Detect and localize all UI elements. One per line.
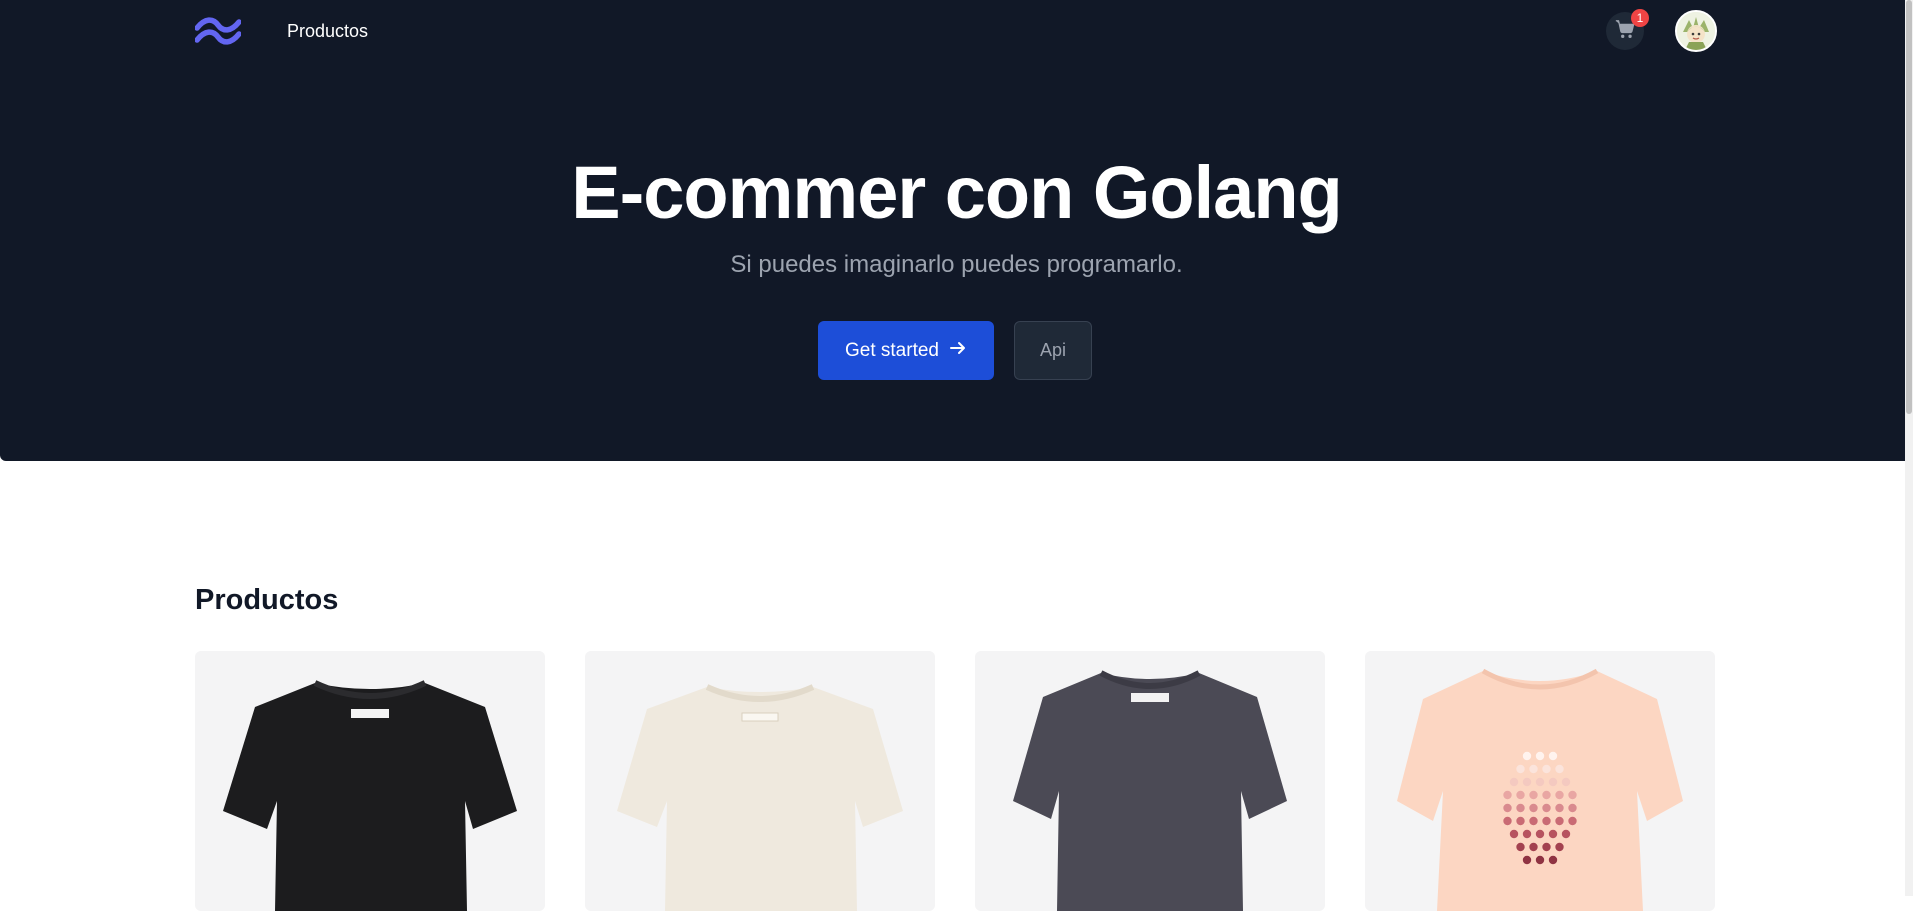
print-dot — [1516, 816, 1525, 826]
hero-section: Productos 1 E-commer con Golang Si puede… — [0, 0, 1913, 461]
cart-button[interactable]: 1 — [1606, 9, 1649, 50]
print-dot — [1555, 803, 1564, 813]
print-dot — [1529, 842, 1538, 852]
print-dot — [1555, 764, 1564, 774]
product-image-tshirt-white — [617, 684, 903, 911]
print-dot — [1568, 803, 1577, 813]
print-dot — [1542, 842, 1551, 852]
print-dot — [1516, 764, 1525, 774]
print-dot — [1561, 829, 1571, 839]
product-image-tshirt-black — [223, 680, 517, 911]
print-dot — [1509, 777, 1519, 787]
print-dot — [1568, 790, 1577, 800]
api-button[interactable]: Api — [1014, 321, 1092, 380]
print-dot — [1503, 803, 1512, 813]
print-dot — [1555, 790, 1564, 800]
hero-title: E-commer con Golang — [571, 151, 1342, 234]
scrollbar-thumb[interactable] — [1906, 0, 1912, 414]
print-dot — [1529, 816, 1538, 826]
print-dot — [1535, 777, 1545, 787]
get-started-button[interactable]: Get started — [818, 321, 994, 380]
print-dot — [1535, 829, 1545, 839]
logo-icon[interactable] — [194, 14, 242, 48]
print-dot — [1509, 829, 1519, 839]
nav-link-productos[interactable]: Productos — [287, 21, 368, 42]
print-dot — [1516, 842, 1525, 852]
page-scrollbar[interactable] — [1905, 0, 1913, 896]
print-dot — [1535, 751, 1545, 761]
hero-subtitle: Si puedes imaginarlo puedes programarlo. — [730, 251, 1183, 278]
arrow-right-icon — [949, 339, 967, 363]
print-dot — [1548, 777, 1558, 787]
print-dot — [1516, 803, 1525, 813]
product-image-tshirt-charcoal — [1013, 670, 1287, 911]
print-dot — [1503, 790, 1512, 800]
cart-count-badge: 1 — [1631, 9, 1649, 27]
print-dot — [1516, 790, 1525, 800]
print-dot — [1542, 790, 1551, 800]
print-dot — [1568, 816, 1577, 826]
product-card[interactable] — [1365, 651, 1715, 911]
user-avatar[interactable] — [1675, 10, 1717, 52]
products-section-title: Productos — [195, 584, 339, 616]
print-dot — [1535, 855, 1545, 865]
print-dot — [1555, 842, 1564, 852]
product-card[interactable] — [975, 651, 1325, 911]
print-dot — [1522, 855, 1532, 865]
print-dot — [1503, 816, 1512, 826]
print-dot — [1529, 790, 1538, 800]
product-card[interactable] — [195, 651, 545, 911]
print-dot — [1522, 751, 1532, 761]
print-dot — [1548, 855, 1558, 865]
print-dot — [1548, 829, 1558, 839]
product-image-tshirt-peach-dots — [1397, 668, 1683, 911]
print-dot — [1529, 764, 1538, 774]
print-dot — [1542, 803, 1551, 813]
product-card[interactable] — [585, 651, 935, 911]
print-dot — [1522, 829, 1532, 839]
print-dot — [1529, 803, 1538, 813]
print-dot — [1542, 816, 1551, 826]
top-nav: Productos 1 — [194, 8, 1717, 54]
print-dot — [1522, 777, 1532, 787]
print-dot — [1548, 751, 1558, 761]
print-dot — [1542, 764, 1551, 774]
get-started-label: Get started — [845, 339, 939, 361]
print-dot — [1561, 777, 1571, 787]
print-dot — [1555, 816, 1564, 826]
